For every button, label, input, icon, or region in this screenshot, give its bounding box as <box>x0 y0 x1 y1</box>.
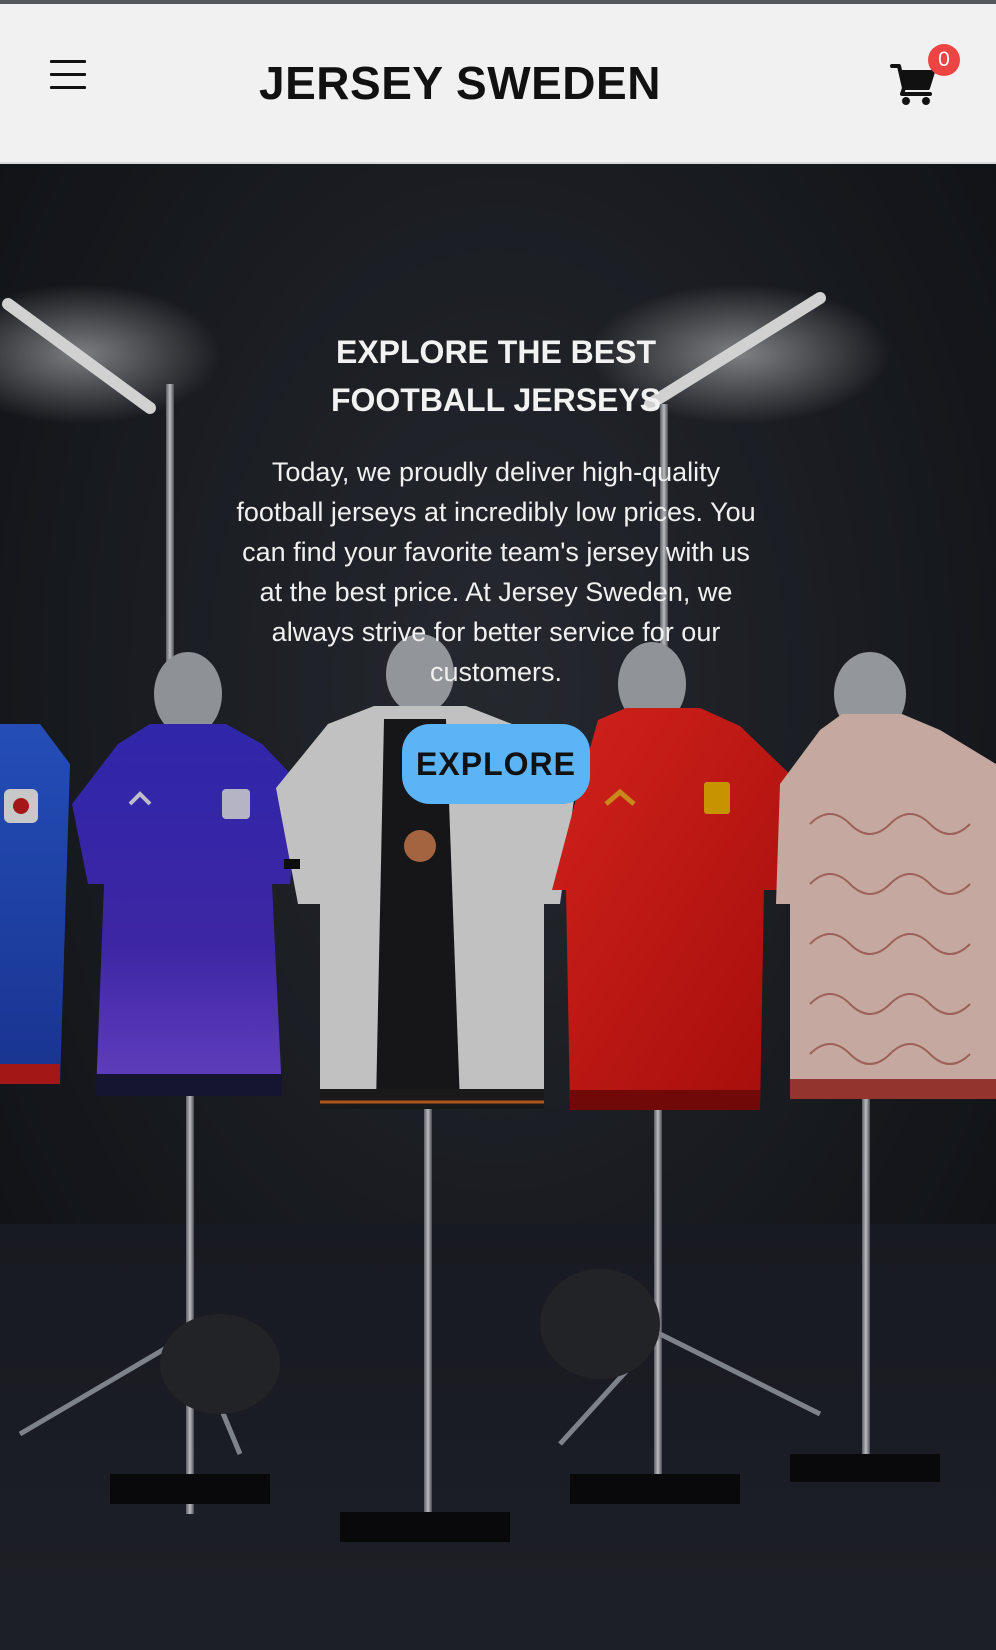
hero-section: EXPLORE THE BEST FOOTBALL JERSEYS Today,… <box>0 164 996 1650</box>
explore-button[interactable]: EXPLORE <box>402 724 590 804</box>
hero-description: Today, we proudly deliver high-quality f… <box>236 457 756 687</box>
site-header: JERSEY SWEDEN 0 <box>0 4 996 164</box>
page: JERSEY SWEDEN 0 EXPLORE THE BEST FOOTBAL… <box>0 0 996 1650</box>
site-brand[interactable]: JERSEY SWEDEN <box>0 56 920 110</box>
hero-title: EXPLORE THE BEST FOOTBALL JERSEYS <box>330 334 662 418</box>
cart-count-badge: 0 <box>928 44 960 76</box>
